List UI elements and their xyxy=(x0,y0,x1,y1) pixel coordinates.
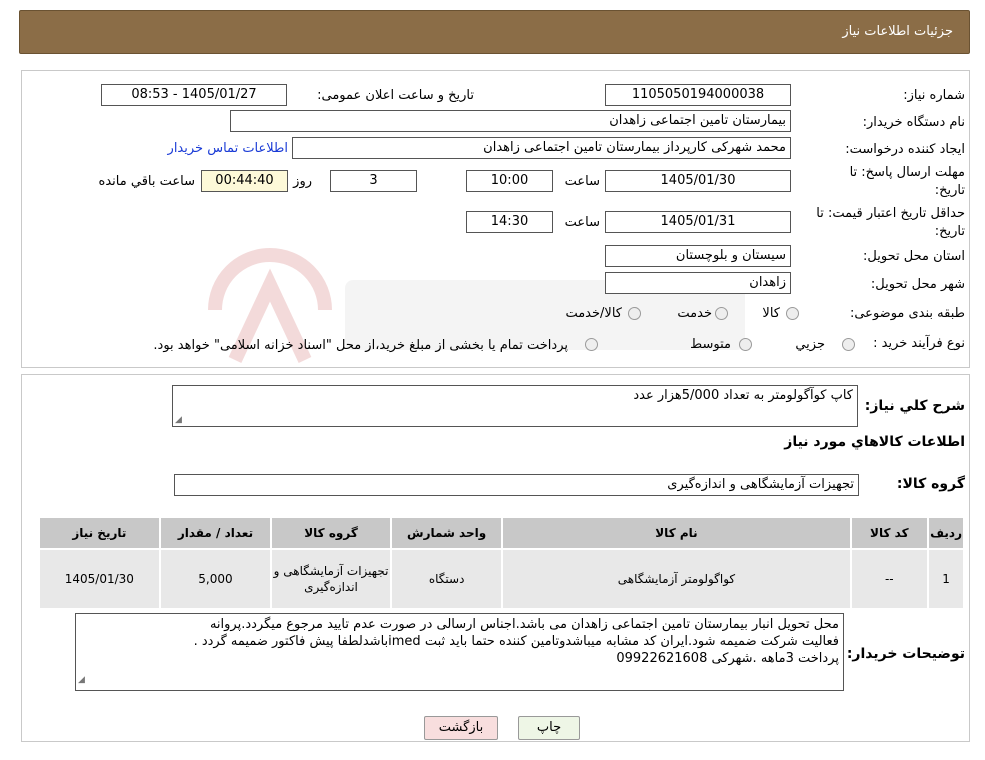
announce-datetime-field: 1405/01/27 - 08:53 xyxy=(101,84,287,106)
col-unit: واحد شمارش xyxy=(389,516,504,550)
purchase-treasury-note: پرداخت تمام یا بخشی از مبلغ خرید،از محل … xyxy=(153,338,568,353)
buyer-notes-line-1: محل تحویل انبار بیمارستان تامین اجتماعی … xyxy=(209,617,839,632)
need-number-label: شماره نیاز: xyxy=(903,88,965,103)
purchase-medium-label: متوسط xyxy=(690,337,731,352)
deadline-date-field: 1405/01/30 xyxy=(605,170,791,192)
category-goods-label: کالا xyxy=(762,306,780,321)
price-validity-label-2: تاریخ: xyxy=(934,224,965,239)
goods-section-title: اطلاعات کالاهاي مورد نياز xyxy=(784,434,965,450)
category-goods-radio[interactable] xyxy=(786,307,799,320)
resize-grip-icon[interactable]: ◢ xyxy=(78,672,85,689)
remaining-time-label: ساعت باقي مانده xyxy=(98,174,195,189)
announce-datetime-label: تاریخ و ساعت اعلان عمومی: xyxy=(317,88,474,103)
cell-row-number: 1 xyxy=(927,548,965,610)
purchase-treasury-radio[interactable] xyxy=(585,338,598,351)
purchase-minor-radio[interactable] xyxy=(842,338,855,351)
page-header: جزئیات اطلاعات نیاز xyxy=(19,10,970,54)
cell-unit: دستگاه xyxy=(389,548,504,610)
category-label: طبقه بندی موضوعی: xyxy=(849,306,965,321)
cell-goods-group: تجهیزات آزمایشگاهی و اندازه‌گیری xyxy=(270,548,392,610)
col-goods-group: گروه کالا xyxy=(270,516,392,550)
province-field: سیستان و بلوچستان xyxy=(605,245,791,267)
buyer-org-label: نام دستگاه خریدار: xyxy=(862,115,965,130)
buyer-notes-label: توضیحات خریدار: xyxy=(846,646,965,662)
purchase-type-label: نوع فرآیند خرید : xyxy=(873,336,965,351)
price-validity-label: حداقل تاریخ اعتبار قیمت: تا xyxy=(816,206,965,221)
deadline-label: مهلت ارسال پاسخ: تا xyxy=(849,165,965,180)
col-item-name: نام کالا xyxy=(501,516,852,550)
deadline-label-2: تاریخ: xyxy=(934,183,965,198)
requester-label: ایجاد کننده درخواست: xyxy=(845,142,965,157)
buyer-contact-link[interactable]: اطلاعات تماس خریدار xyxy=(168,141,288,156)
category-goods-service-radio[interactable] xyxy=(628,307,641,320)
deadline-time-label: ساعت xyxy=(564,174,600,189)
price-validity-time-label: ساعت xyxy=(564,215,600,230)
cell-quantity: 5,000 xyxy=(158,548,273,610)
category-service-label: خدمت xyxy=(677,306,712,321)
category-goods-service-label: کالا/خدمت xyxy=(565,306,622,321)
category-service-radio[interactable] xyxy=(715,307,728,320)
buyer-notes-line-3: پرداخت 3ماهه .شهرکی 09922621608 xyxy=(616,651,839,666)
purchase-medium-radio[interactable] xyxy=(739,338,752,351)
col-row-number: رديف xyxy=(927,516,965,550)
requester-field: محمد شهرکی کارپرداز بیمارستان تامین اجتم… xyxy=(292,137,791,159)
col-quantity: تعداد / مقدار xyxy=(158,516,273,550)
col-item-code: کد کالا xyxy=(849,516,930,550)
remaining-time-field: 00:44:40 xyxy=(201,170,288,192)
cell-item-code: -- xyxy=(849,548,930,610)
col-need-date: تاریخ نیاز xyxy=(38,516,161,550)
price-validity-time-field: 14:30 xyxy=(466,211,553,233)
description-label: شرح کلي نياز: xyxy=(864,398,965,414)
price-validity-date-field: 1405/01/31 xyxy=(605,211,791,233)
deadline-time-field: 10:00 xyxy=(466,170,553,192)
table-row: 1 -- کواگولومتر آزمایشگاهی دستگاه تجهیزا… xyxy=(38,548,965,610)
description-text: کاپ کوآگولومتر به تعداد 5/000هزار عدد xyxy=(633,388,853,403)
items-table: رديف کد کالا نام کالا واحد شمارش گروه کا… xyxy=(38,516,965,610)
back-button[interactable]: بازگشت xyxy=(424,716,498,740)
buyer-notes-textarea[interactable]: محل تحویل انبار بیمارستان تامین اجتماعی … xyxy=(75,613,844,691)
need-number-field: 1105050194000038 xyxy=(605,84,791,106)
cell-need-date: 1405/01/30 xyxy=(38,548,161,610)
goods-group-field: تجهیزات آزمایشگاهی و اندازه‌گیری xyxy=(174,474,859,496)
city-field: زاهدان xyxy=(605,272,791,294)
table-header-row: رديف کد کالا نام کالا واحد شمارش گروه کا… xyxy=(38,516,965,550)
city-label: شهر محل تحویل: xyxy=(870,277,965,292)
resize-grip-icon[interactable]: ◢ xyxy=(175,415,182,425)
province-label: استان محل تحویل: xyxy=(863,249,965,264)
description-textarea[interactable]: کاپ کوآگولومتر به تعداد 5/000هزار عدد ◢ xyxy=(172,385,858,427)
page-title: جزئیات اطلاعات نیاز xyxy=(842,24,953,39)
buyer-org-field: بیمارستان تامین اجتماعی زاهدان xyxy=(230,110,791,132)
goods-group-label: گروه کالا: xyxy=(896,476,965,492)
buyer-notes-line-2: فعالیت شرکت ضمیمه شود.ایران کد مشابه میب… xyxy=(193,634,839,649)
print-button[interactable]: چاپ xyxy=(518,716,580,740)
deadline-days-field: 3 xyxy=(330,170,417,192)
cell-item-name: کواگولومتر آزمایشگاهی xyxy=(501,548,852,610)
purchase-minor-label: جزیي xyxy=(795,337,825,352)
